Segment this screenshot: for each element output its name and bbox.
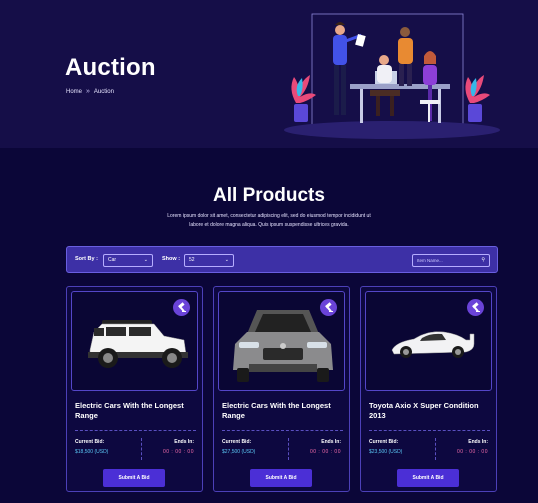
divider [288,438,289,460]
product-name[interactable]: Toyota Axio X Super Condition 2013 [369,401,494,421]
gavel-icon[interactable] [173,299,190,316]
divider [435,438,436,460]
show-select-value: 52 [189,257,195,263]
product-name[interactable]: Electric Cars With the Longest Range [75,401,200,421]
sort-select-value: Car [108,257,117,263]
countdown-timer: 00 : 00 : 00 [456,449,488,455]
divider [141,438,142,460]
current-bid-value: $27,500 (USD) [222,449,256,455]
sort-select[interactable]: Car ⌄ [103,254,153,267]
breadcrumb-separator: » [86,88,90,95]
ends-in-label: Ends In: [174,439,194,445]
breadcrumb: Home » Auction [66,88,114,95]
current-bid-label: Current Bid: [369,439,399,445]
page-title: Auction [65,54,156,81]
team-meeting-illustration [284,13,500,139]
chevron-down-icon: ⌄ [224,257,229,263]
search-input[interactable]: Item Name... ⚲ [412,254,490,267]
show-label: Show : [162,256,181,262]
ends-in-label: Ends In: [468,439,488,445]
product-name[interactable]: Electric Cars With the Longest Range [222,401,347,421]
submit-bid-button[interactable]: Submit A Bid [250,469,312,487]
product-image[interactable] [218,291,345,391]
divider [369,430,490,431]
product-card[interactable]: Electric Cars With the Longest Range Cur… [213,286,350,492]
product-image[interactable] [71,291,198,391]
chevron-down-icon: ⌄ [143,257,148,263]
breadcrumb-current: Auction [93,88,114,95]
divider [75,430,196,431]
product-image[interactable] [365,291,492,391]
countdown-timer: 00 : 00 : 00 [309,449,341,455]
gavel-icon[interactable] [467,299,484,316]
sort-label: Sort By : [75,256,98,262]
current-bid-value: $18,500 (USD) [75,449,109,455]
countdown-timer: 00 : 00 : 00 [162,449,194,455]
search-placeholder: Item Name... [417,258,443,263]
submit-bid-button[interactable]: Submit A Bid [397,469,459,487]
gavel-icon[interactable] [320,299,337,316]
section-description: Lorem ipsum dolor sit amet, consectetur … [167,213,371,228]
current-bid-label: Current Bid: [222,439,252,445]
search-icon[interactable]: ⚲ [481,255,485,266]
divider [222,430,343,431]
current-bid-value: $23,500 (USD) [369,449,403,455]
filter-bar: Sort By : Car ⌄ Show : 52 ⌄ Item Name...… [66,246,498,273]
page-header: Auction Home » Auction [0,0,538,148]
product-card[interactable]: Toyota Axio X Super Condition 2013 Curre… [360,286,497,492]
breadcrumb-home[interactable]: Home [66,89,82,95]
show-select[interactable]: 52 ⌄ [184,254,234,267]
ends-in-label: Ends In: [321,439,341,445]
submit-bid-button[interactable]: Submit A Bid [103,469,165,487]
current-bid-label: Current Bid: [75,439,105,445]
section-title: All Products [213,185,325,206]
product-card[interactable]: Electric Cars With the Longest Range Cur… [66,286,203,492]
